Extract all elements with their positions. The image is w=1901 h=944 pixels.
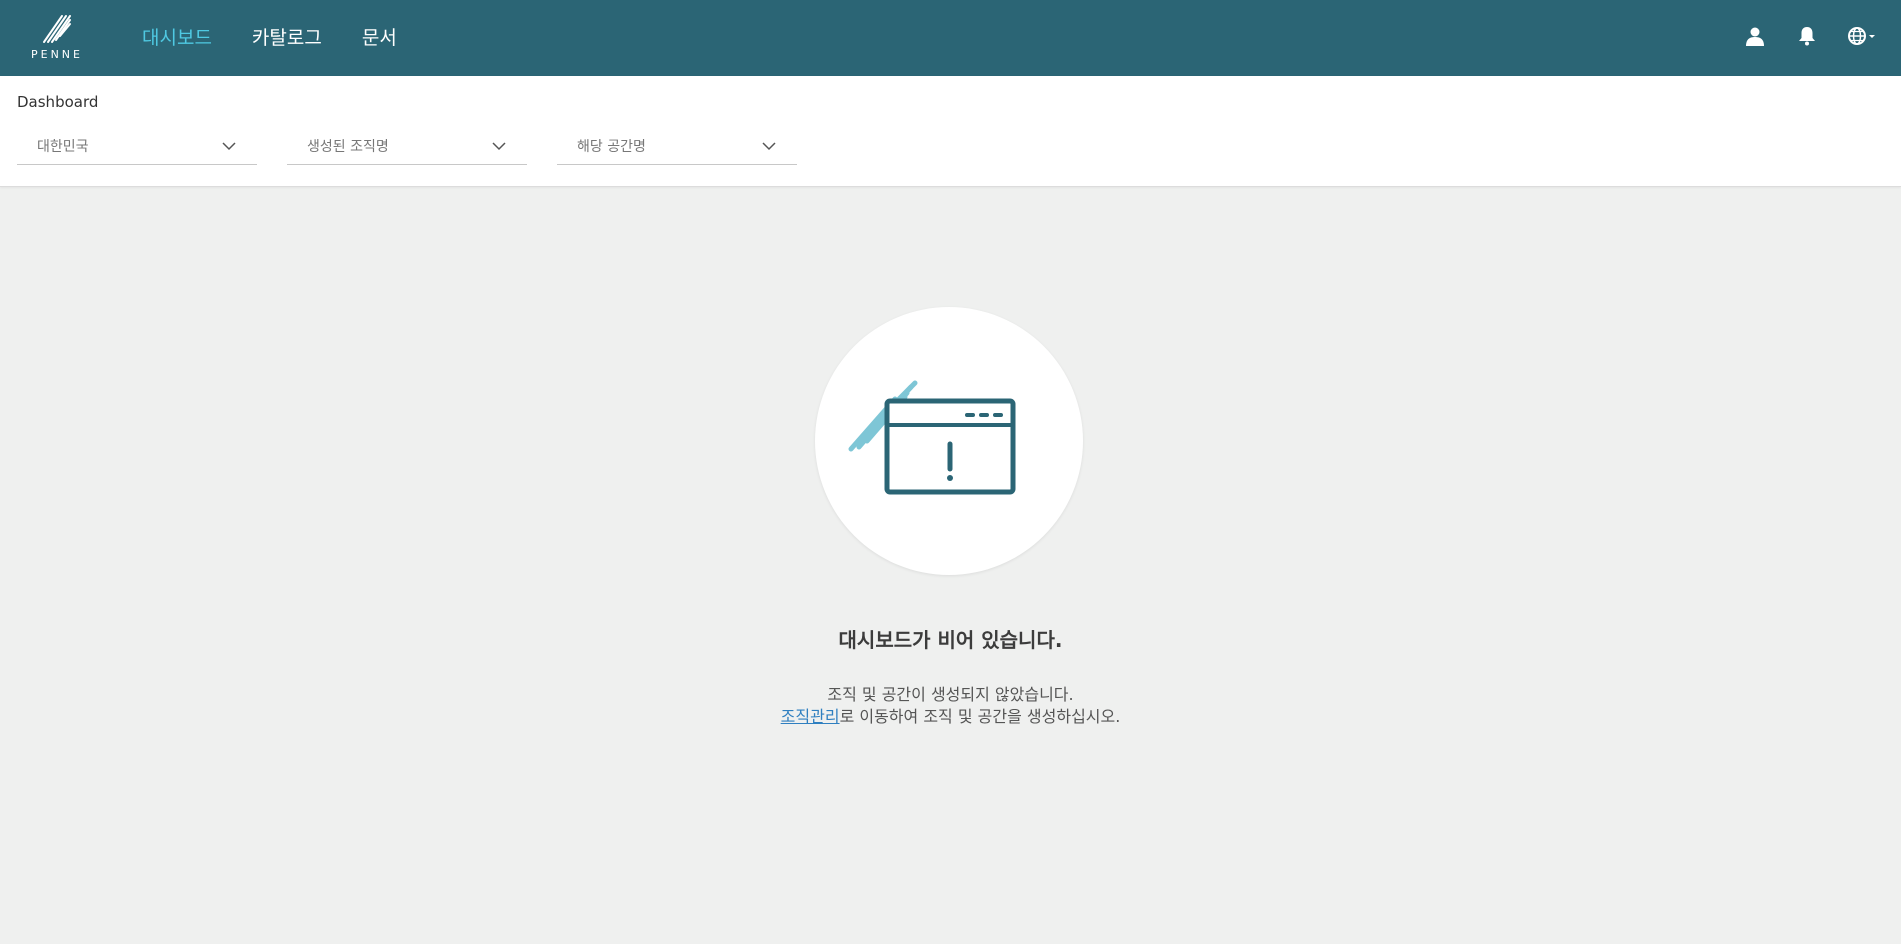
logo-text: PENNE — [31, 48, 83, 61]
space-select[interactable]: 해당 공간명 — [557, 128, 797, 165]
nav-item-docs[interactable]: 문서 — [362, 24, 397, 52]
empty-state-line1: 조직 및 공간이 생성되지 않았습니다. — [827, 685, 1074, 704]
empty-state-description: 조직 및 공간이 생성되지 않았습니다. 조직관리로 이동하여 조직 및 공간을… — [0, 684, 1901, 728]
empty-state-line2-rest: 로 이동하여 조직 및 공간을 생성하십시오. — [839, 707, 1121, 726]
dashboard-toolbar: Dashboard 대한민국 생성된 조직명 해당 공간명 — [0, 76, 1901, 187]
organization-select-value: 생성된 조직명 — [307, 139, 389, 155]
country-select-value: 대한민국 — [37, 139, 89, 155]
space-select-value: 해당 공간명 — [577, 139, 646, 155]
chevron-down-icon — [222, 142, 236, 151]
empty-state-line2: 조직관리로 이동하여 조직 및 공간을 생성하십시오. — [0, 706, 1901, 728]
chevron-down-icon — [762, 142, 776, 151]
nav-item-dashboard[interactable]: 대시보드 — [142, 24, 212, 52]
penne-logo[interactable]: PENNE — [24, 10, 90, 64]
country-select[interactable]: 대한민국 — [17, 128, 257, 165]
nav-item-catalog[interactable]: 카탈로그 — [252, 24, 322, 52]
bell-icon[interactable] — [1795, 24, 1819, 48]
chevron-down-icon — [492, 142, 506, 151]
penne-logo-icon — [43, 15, 71, 43]
main-nav: 대시보드 카탈로그 문서 — [142, 24, 397, 52]
empty-state-title: 대시보드가 비어 있습니다. — [838, 628, 1063, 652]
page-title: Dashboard — [17, 93, 99, 111]
organization-management-link[interactable]: 조직관리 — [781, 707, 840, 726]
empty-dashboard-illustration — [815, 307, 1083, 575]
top-navbar: PENNE 대시보드 카탈로그 문서 — [0, 0, 1901, 76]
globe-icon[interactable] — [1847, 24, 1877, 48]
organization-select[interactable]: 생성된 조직명 — [287, 128, 527, 165]
user-icon[interactable] — [1743, 24, 1767, 48]
top-icons — [1743, 24, 1877, 48]
empty-window-alert-icon — [848, 380, 1016, 495]
